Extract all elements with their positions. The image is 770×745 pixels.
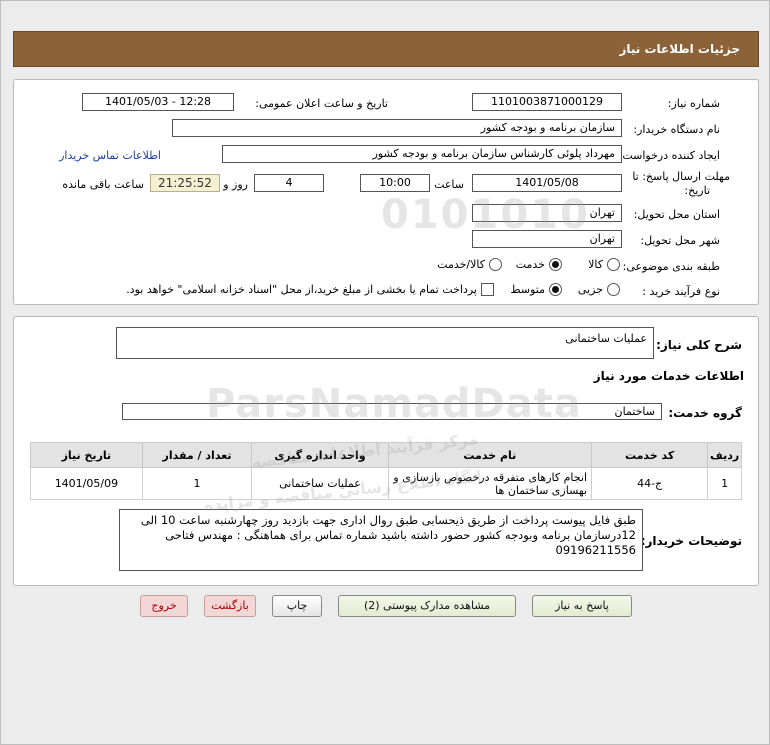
radio-icon[interactable]	[607, 258, 620, 271]
cell-need-date: 1401/05/09	[30, 467, 143, 500]
col-need-date: تاریخ نیاز	[30, 442, 143, 468]
buyer-org-field: سازمان برنامه و بودجه کشور	[172, 119, 622, 137]
summary-label: شرح کلی نیاز:	[656, 338, 742, 352]
services-title: اطلاعات خدمات مورد نیاز	[593, 369, 744, 383]
process-option-medium[interactable]: متوسط	[510, 283, 562, 296]
requester-label: ایجاد کننده درخواست:	[618, 149, 720, 162]
col-row: ردیف	[707, 442, 742, 468]
category-option-goods[interactable]: کالا	[588, 258, 620, 271]
page: جزئیات اطلاعات نیاز شماره نیاز: 11010038…	[0, 0, 770, 745]
need-details-panel: شماره نیاز: 1101003871000129 تاریخ و ساع…	[13, 79, 759, 305]
deadline-time-field: 10:00	[360, 174, 430, 192]
category-option-service[interactable]: خدمت	[516, 258, 562, 271]
requester-field: مهرداد پلوئی کارشناس سازمان برنامه و بود…	[222, 145, 622, 163]
back-button[interactable]: بازگشت	[204, 595, 256, 617]
days-label: روز و	[223, 178, 248, 191]
treasury-payment-option[interactable]: پرداخت تمام یا بخشی از مبلغ خرید،از محل …	[126, 283, 494, 296]
view-documents-button[interactable]: مشاهده مدارک پیوستی (2)	[338, 595, 516, 617]
page-header: جزئیات اطلاعات نیاز	[13, 31, 759, 67]
exit-button[interactable]: خروج	[140, 595, 188, 617]
print-button[interactable]: چاپ	[272, 595, 322, 617]
col-service-name: نام خدمت	[387, 442, 593, 468]
service-group-field: ساختمان	[122, 403, 662, 420]
category-option-goods-service[interactable]: کالا/خدمت	[437, 258, 502, 271]
buyer-org-label: نام دستگاه خریدار:	[633, 123, 720, 136]
services-panel: شرح کلی نیاز: عملیات ساختمانی اطلاعات خد…	[13, 316, 759, 586]
category-label: طبقه بندی موضوعی:	[622, 260, 720, 273]
service-group-label: گروه خدمت:	[668, 406, 742, 420]
table-header-row: ردیف کد خدمت نام خدمت واحد اندازه گیری ت…	[30, 442, 742, 468]
cell-quantity: 1	[141, 467, 253, 500]
announce-label: تاریخ و ساعت اعلان عمومی:	[255, 97, 388, 110]
col-unit: واحد اندازه گیری	[251, 442, 389, 468]
cell-row: 1	[707, 467, 742, 500]
cell-service-code: ج-44	[591, 467, 709, 500]
deadline-date-field: 1401/05/08	[472, 174, 622, 192]
radio-selected-icon[interactable]	[549, 258, 562, 271]
reply-button[interactable]: پاسخ به نیاز	[532, 595, 632, 617]
days-field: 4	[254, 174, 324, 192]
deadline-label-2: تاریخ:	[684, 184, 710, 197]
announce-field: 1401/05/03 - 12:28	[82, 93, 234, 111]
services-table: ردیف کد خدمت نام خدمت واحد اندازه گیری ت…	[30, 442, 742, 500]
province-label: استان محل تحویل:	[633, 208, 720, 221]
need-number-label: شماره نیاز:	[667, 97, 720, 110]
table-row: 1 ج-44 انجام کارهای متفرقه درخصوص بازساز…	[30, 467, 742, 500]
cell-unit: عملیات ساختمانی	[251, 467, 389, 500]
col-service-code: کد خدمت	[591, 442, 709, 468]
deadline-time-label: ساعت	[434, 178, 464, 191]
radio-icon[interactable]	[489, 258, 502, 271]
radio-icon[interactable]	[607, 283, 620, 296]
checkbox-icon[interactable]	[481, 283, 494, 296]
city-field: تهران	[472, 230, 622, 248]
city-label: شهر محل تحویل:	[640, 234, 720, 247]
process-label: نوع فرآیند خرید :	[642, 285, 720, 298]
deadline-label: مهلت ارسال پاسخ: تا	[632, 170, 730, 183]
buyer-notes-field: طبق فایل پیوست پرداخت از طریق ذیحسابی طب…	[119, 509, 643, 571]
buyer-contact-link[interactable]: اطلاعات تماس خریدار	[59, 149, 161, 162]
province-field: تهران	[472, 204, 622, 222]
need-number-field: 1101003871000129	[472, 93, 622, 111]
remaining-label: ساعت باقی مانده	[62, 178, 144, 191]
page-title: جزئیات اطلاعات نیاز	[619, 42, 740, 56]
cell-service-name: انجام کارهای متفرقه درخصوص بازسازی و بهس…	[387, 467, 593, 500]
buyer-notes-label: توضیحات خریدار:	[640, 534, 742, 548]
summary-field: عملیات ساختمانی	[116, 327, 654, 359]
col-quantity: تعداد / مقدار	[141, 442, 253, 468]
process-option-minor[interactable]: جزیی	[578, 283, 620, 296]
radio-selected-icon[interactable]	[549, 283, 562, 296]
remaining-countdown: 21:25:52	[150, 174, 220, 192]
